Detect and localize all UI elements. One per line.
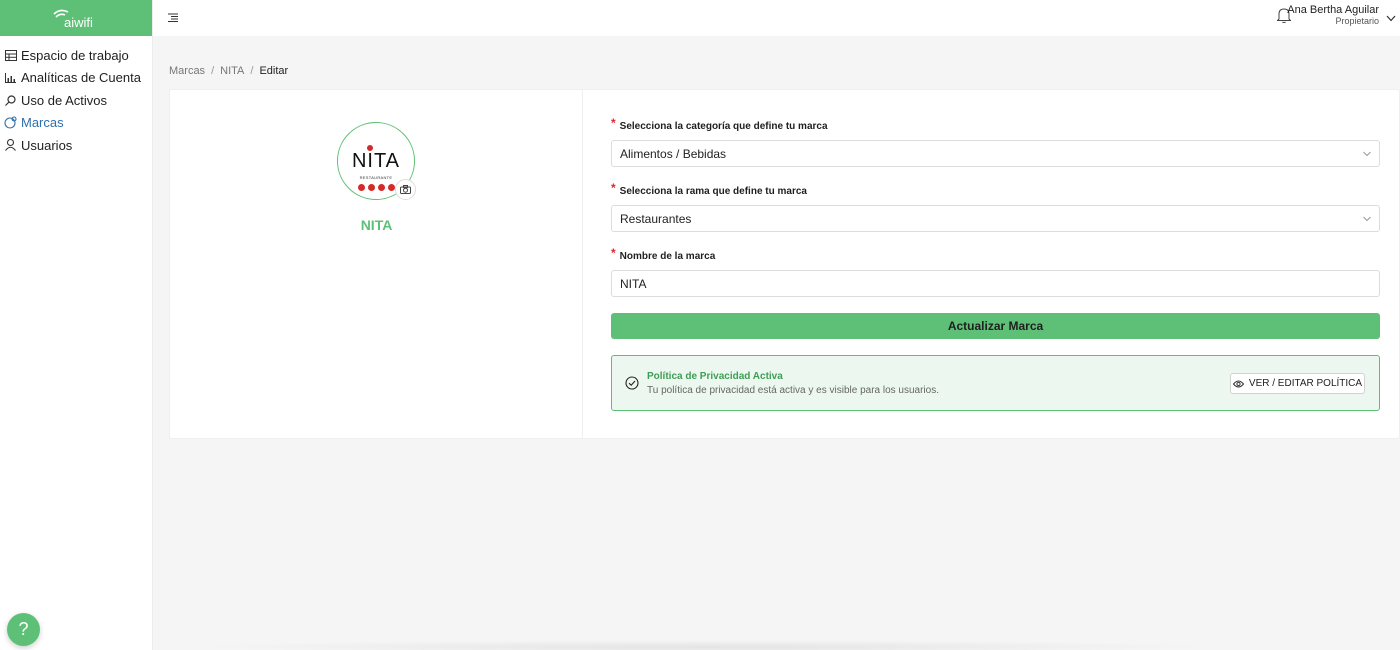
sidebar-item-brands[interactable]: Marcas [0, 112, 152, 135]
brand-name-label: * Nombre de la marca [611, 246, 716, 262]
brand-name-input[interactable]: NITA [611, 270, 1380, 297]
privacy-policy-banner: Política de Privacidad Activa Tu polític… [611, 355, 1380, 411]
edit-brand-card: NITA RESTAURANTE NITA * Selecciona la cat… [169, 89, 1400, 439]
sidebar-nav: Espacio de trabajo Analíticas de Cuenta … [0, 36, 152, 157]
user-icon [4, 139, 17, 152]
table-icon [4, 49, 17, 62]
logo-word: NITA [351, 150, 401, 172]
breadcrumb-separator: / [211, 65, 215, 77]
required-mark: * [611, 181, 616, 195]
chevron-down-icon[interactable] [1386, 10, 1396, 22]
brand-name-title: NITA [360, 217, 393, 233]
sidebar-item-label: Analíticas de Cuenta [21, 70, 141, 86]
bar-chart-icon [4, 71, 17, 84]
branch-select[interactable]: Restaurantes [611, 205, 1380, 232]
eye-icon [1232, 380, 1244, 387]
required-mark: * [611, 116, 616, 130]
branch-select-value: Restaurantes [620, 211, 692, 226]
brand-preview-panel: NITA RESTAURANTE NITA [170, 90, 583, 438]
policy-description: Tu política de privacidad está activa y … [647, 385, 939, 396]
check-circle-icon [625, 376, 639, 390]
change-logo-camera-icon[interactable] [395, 179, 416, 200]
sidebar-item-label: Uso de Activos [21, 92, 107, 108]
breadcrumb-item-brands[interactable]: Marcas [169, 65, 205, 77]
branch-label: * Selecciona la rama que define tu marca [611, 181, 807, 197]
sidebar-item-asset-usage[interactable]: Uso de Activos [0, 89, 152, 112]
chevron-down-icon [1363, 216, 1371, 222]
chevron-down-icon [1363, 151, 1371, 157]
user-role: Propietario [1335, 16, 1379, 26]
category-select-value: Alimentos / Bebidas [620, 146, 727, 161]
sidebar-item-analytics[interactable]: Analíticas de Cuenta [0, 67, 152, 90]
sidebar-item-label: Marcas [21, 115, 64, 131]
policy-title: Política de Privacidad Activa [647, 371, 783, 382]
topbar: Ana Bertha Aguilar Propietario [153, 0, 1400, 36]
category-label: * Selecciona la categoría que define tu m… [611, 116, 828, 132]
footer-shadow [190, 640, 1220, 650]
menu-toggle-icon[interactable] [168, 10, 180, 22]
help-button-label: ? [18, 619, 29, 639]
breadcrumb-item-current: Editar [259, 65, 289, 77]
view-edit-policy-button[interactable]: VER / EDITAR POLÍTICA [1230, 373, 1365, 394]
user-name: Ana Bertha Aguilar [1287, 4, 1379, 16]
update-brand-button[interactable]: Actualizar Marca [611, 313, 1380, 339]
brand-name-input-value: NITA [620, 276, 647, 291]
user-menu[interactable]: Ana Bertha Aguilar Propietario [1287, 4, 1379, 26]
category-select[interactable]: Alimentos / Bebidas [611, 140, 1380, 167]
sidebar-item-workspace[interactable]: Espacio de trabajo [0, 44, 152, 67]
view-edit-policy-label: VER / EDITAR POLÍTICA [1248, 378, 1363, 389]
logo-wordmark: aiwifi [64, 15, 93, 30]
sidebar-item-label: Espacio de trabajo [21, 47, 129, 63]
sidebar: aiwifi Espacio de trabajo Analíticas de … [0, 0, 153, 650]
logo-dots [358, 184, 395, 191]
brand-icon [4, 116, 17, 129]
required-mark: * [611, 246, 616, 260]
breadcrumb-item-brand[interactable]: NITA [220, 65, 244, 77]
app-logo[interactable]: aiwifi [0, 0, 152, 36]
breadcrumb-separator: / [250, 65, 254, 77]
sidebar-item-users[interactable]: Usuarios [0, 134, 152, 157]
sidebar-item-label: Usuarios [21, 137, 73, 153]
magnifier-icon [4, 94, 17, 107]
wifi-logo-icon: aiwifi [53, 9, 93, 30]
breadcrumb: Marcas / NITA / Editar [169, 65, 288, 77]
help-button[interactable]: ? [7, 613, 40, 646]
